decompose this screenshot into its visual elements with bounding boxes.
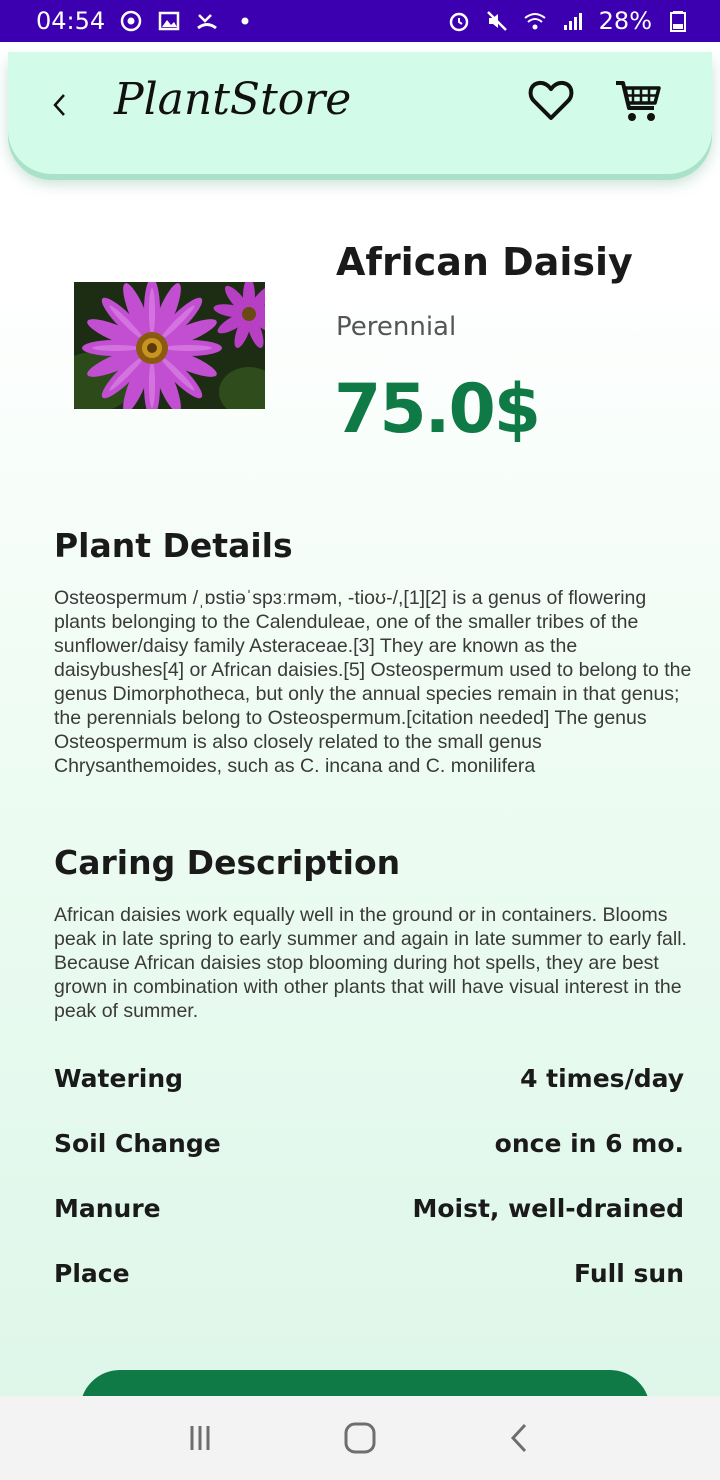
- battery-percent: 28%: [598, 7, 652, 35]
- status-left: 04:54: [36, 7, 257, 35]
- care-label: Manure: [54, 1193, 161, 1223]
- wifi-icon: [523, 9, 547, 33]
- heart-outline-icon: [528, 80, 574, 120]
- favorite-button[interactable]: [528, 78, 574, 122]
- product-name: African Daisiy: [336, 240, 633, 284]
- recent-apps-button[interactable]: [180, 1418, 220, 1458]
- status-bar: 04:54 28%: [0, 0, 720, 42]
- cart-button[interactable]: [614, 78, 662, 124]
- recent-apps-icon: [190, 1426, 210, 1450]
- plant-details-text: Osteospermum /ˌɒstiəˈspɜːrməm, -tioʊ-/,[…: [54, 587, 692, 777]
- status-right: 28%: [447, 7, 690, 35]
- care-row-soil-change: Soil Change once in 6 mo.: [54, 1123, 684, 1163]
- daisy-flower-image: [74, 282, 265, 409]
- caring-description-title: Caring Description: [54, 843, 401, 882]
- product-image: [74, 282, 265, 409]
- sync-icon: [119, 9, 143, 33]
- alarm-icon: [447, 9, 471, 33]
- product-category: Perennial: [336, 312, 457, 342]
- app-title: PlantStore: [114, 74, 352, 125]
- system-nav-bar: [0, 1396, 720, 1480]
- signal-icon: [561, 9, 585, 33]
- care-row-watering: Watering 4 times/day: [54, 1058, 684, 1098]
- app-header: PlantStore: [8, 52, 712, 174]
- plant-details-title: Plant Details: [54, 526, 293, 565]
- care-value: once in 6 mo.: [494, 1128, 684, 1158]
- gallery-icon: [157, 9, 181, 33]
- system-back-button[interactable]: [500, 1418, 540, 1458]
- home-button[interactable]: [340, 1418, 380, 1458]
- home-icon: [344, 1422, 376, 1454]
- product-price: 75.0$: [334, 370, 541, 449]
- missed-call-icon: [195, 9, 219, 33]
- chevron-left-icon: [53, 94, 65, 116]
- status-time: 04:54: [36, 7, 106, 35]
- care-row-place: Place Full sun: [54, 1253, 684, 1293]
- caring-description-text: African daisies work equally well in the…: [54, 904, 687, 1022]
- notification-dot-icon: [233, 9, 257, 33]
- care-value: Full sun: [574, 1258, 684, 1288]
- care-row-manure: Manure Moist, well-drained: [54, 1188, 684, 1228]
- care-label: Soil Change: [54, 1128, 221, 1158]
- battery-icon: [666, 9, 690, 33]
- care-label: Watering: [54, 1063, 184, 1093]
- care-value: Moist, well-drained: [412, 1193, 684, 1223]
- shopping-cart-icon: [616, 81, 661, 121]
- care-value: 4 times/day: [520, 1063, 684, 1093]
- back-arrow-icon: [510, 1423, 527, 1453]
- back-button[interactable]: [48, 90, 72, 120]
- mute-icon: [485, 9, 509, 33]
- care-label: Place: [54, 1258, 130, 1288]
